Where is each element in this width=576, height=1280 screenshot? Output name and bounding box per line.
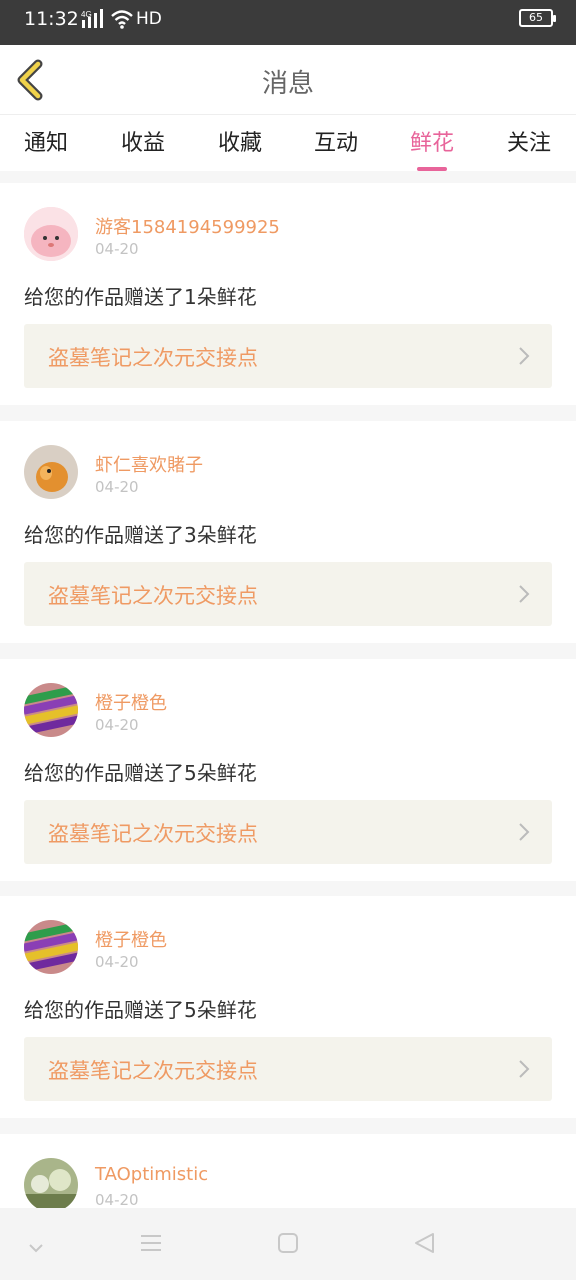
page-title: 消息 [261, 69, 314, 99]
tab-label: 收藏 [218, 131, 263, 156]
tab-label: 收益 [121, 131, 166, 156]
tab-bar: 通知 收益 收藏 互动 鲜花 关注 [0, 115, 576, 171]
timestamp: 04-20 [95, 716, 139, 734]
nav-bar: 消息 [0, 45, 576, 115]
system-nav-bar [0, 1208, 576, 1280]
tab-notice[interactable]: 通知 [24, 125, 68, 157]
list-item: 游客1584194599925 04-20 给您的作品赠送了1朵鲜花 盗墓笔记之… [0, 183, 576, 405]
timestamp: 04-20 [95, 240, 139, 258]
avatar[interactable] [24, 1158, 78, 1208]
message-text: 给您的作品赠送了1朵鲜花 [24, 285, 257, 309]
timestamp: 04-20 [95, 478, 139, 496]
status-bar: 11:32 4G HD 65 [0, 0, 576, 45]
work-link[interactable]: 盗墓笔记之次元交接点 [24, 562, 552, 626]
list-item: 橙子橙色 04-20 给您的作品赠送了5朵鲜花 盗墓笔记之次元交接点 [0, 659, 576, 881]
work-link[interactable]: 盗墓笔记之次元交接点 [24, 324, 552, 388]
list-item: TAOptimistic 04-20 [0, 1134, 576, 1208]
tab-follow[interactable]: 关注 [507, 125, 551, 157]
username[interactable]: 虾仁喜欢賭子 [95, 451, 203, 477]
list-item: 虾仁喜欢賭子 04-20 给您的作品赠送了3朵鲜花 盗墓笔记之次元交接点 [0, 421, 576, 643]
avatar[interactable] [24, 920, 78, 974]
avatar[interactable] [24, 207, 78, 261]
hd-indicator: HD [136, 9, 162, 29]
work-title: 盗墓笔记之次元交接点 [48, 584, 258, 608]
timestamp: 04-20 [95, 1191, 139, 1208]
message-text: 给您的作品赠送了5朵鲜花 [24, 761, 257, 785]
avatar[interactable] [24, 445, 78, 499]
collapse-chevron-icon[interactable] [28, 1238, 44, 1257]
chevron-right-icon [518, 1059, 530, 1079]
username[interactable]: 游客1584194599925 [95, 213, 280, 239]
work-title: 盗墓笔记之次元交接点 [48, 1059, 258, 1083]
avatar[interactable] [24, 683, 78, 737]
tab-favorites[interactable]: 收藏 [218, 125, 262, 157]
work-link[interactable]: 盗墓笔记之次元交接点 [24, 1037, 552, 1101]
timestamp: 04-20 [95, 953, 139, 971]
chevron-right-icon [518, 822, 530, 842]
notification-list: 游客1584194599925 04-20 给您的作品赠送了1朵鲜花 盗墓笔记之… [0, 171, 576, 1208]
tab-label: 通知 [24, 131, 69, 156]
message-text: 给您的作品赠送了3朵鲜花 [24, 523, 257, 547]
tab-earnings[interactable]: 收益 [121, 125, 165, 157]
back-triangle-icon[interactable] [413, 1232, 435, 1258]
username[interactable]: 橙子橙色 [95, 689, 167, 715]
cellular-signal-icon: 4G [81, 9, 105, 29]
status-time: 11:32 [24, 8, 79, 30]
work-title: 盗墓笔记之次元交接点 [48, 822, 258, 846]
tab-label: 关注 [507, 131, 552, 156]
wifi-icon [110, 8, 134, 30]
tab-label: 互动 [314, 131, 359, 156]
chevron-right-icon [518, 346, 530, 366]
username[interactable]: TAOptimistic [95, 1164, 208, 1185]
battery-icon: 65 [519, 9, 556, 27]
tab-interaction[interactable]: 互动 [314, 125, 358, 157]
work-title: 盗墓笔记之次元交接点 [48, 346, 258, 370]
username[interactable]: 橙子橙色 [95, 926, 167, 952]
list-item: 橙子橙色 04-20 给您的作品赠送了5朵鲜花 盗墓笔记之次元交接点 [0, 896, 576, 1118]
home-icon[interactable] [277, 1232, 299, 1258]
work-link[interactable]: 盗墓笔记之次元交接点 [24, 800, 552, 864]
message-text: 给您的作品赠送了5朵鲜花 [24, 998, 257, 1022]
menu-icon[interactable] [140, 1232, 162, 1258]
tab-flowers[interactable]: 鲜花 [410, 125, 455, 171]
tab-label: 鲜花 [410, 131, 455, 156]
chevron-right-icon [518, 584, 530, 604]
